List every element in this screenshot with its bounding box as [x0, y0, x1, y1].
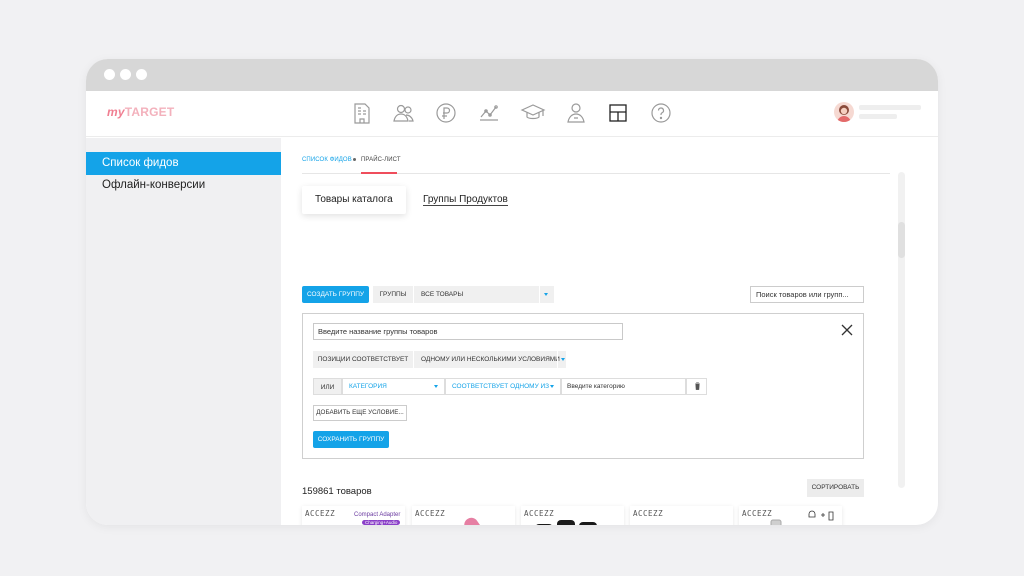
graduation-cap-icon[interactable]	[519, 99, 547, 127]
chevron-down-icon[interactable]	[561, 358, 565, 361]
user-avatar[interactable]	[834, 102, 854, 122]
window-dot	[120, 69, 131, 80]
positions-match-value: ОДНОМУ ИЛИ НЕСКОЛЬКИМИ УСЛОВИЯМИ	[421, 356, 560, 363]
search-input[interactable]: Поиск товаров или групп...	[750, 286, 864, 303]
trash-icon	[695, 382, 700, 390]
condition-field-select[interactable]: КАТЕГОРИЯ	[342, 378, 445, 395]
app-header: myTARGET	[86, 91, 938, 137]
people-icon[interactable]	[390, 99, 418, 127]
card-brand: ACCEZZ	[742, 509, 773, 518]
create-group-button[interactable]: СОЗДАТЬ ГРУППУ	[302, 286, 369, 303]
sidebar-item-offline-conversions[interactable]: Офлайн-конверсии	[86, 174, 281, 197]
condition-field-value: КАТЕГОРИЯ	[349, 383, 387, 390]
groups-select[interactable]: ВСЕ ТОВАРЫ	[413, 286, 554, 303]
condition-operator-select[interactable]: СООТВЕТСТВУЕТ ОДНОМУ ИЗ	[445, 378, 561, 395]
breadcrumb-feed-list[interactable]: СПИСОК ФИДОВ	[302, 157, 352, 163]
user-name-placeholder	[859, 105, 921, 110]
card-brand: ACCEZZ	[415, 509, 446, 518]
content-scrollbar[interactable]	[898, 172, 905, 488]
product-card[interactable]: ACCEZZ	[412, 506, 515, 525]
tab-product-groups[interactable]: Группы Продуктов	[410, 186, 521, 214]
person-icon[interactable]	[562, 99, 590, 127]
card-caption: Compact Adapter	[354, 512, 401, 518]
close-icon[interactable]	[841, 324, 853, 336]
select-divider	[557, 351, 558, 368]
product-card[interactable]: ACCEZZ Compact Adapter Charging+Audio	[302, 506, 405, 525]
browser-window: myTARGET Список фидов Офлайн-конверсии С…	[86, 59, 938, 525]
add-condition-button[interactable]: ДОБАВИТЬ ЕЩЕ УСЛОВИЕ...	[313, 405, 407, 421]
product-card[interactable]: ACCEZZ	[521, 506, 624, 525]
main-content: СПИСОК ФИДОВ ПРАЙС-ЛИСТ Товары каталога …	[282, 138, 900, 525]
card-badge: Charging+Audio	[362, 520, 401, 525]
window-dot	[136, 69, 147, 80]
tab-product-groups-label: Группы Продуктов	[423, 194, 508, 206]
sort-button[interactable]: СОРТИРОВАТЬ	[807, 479, 864, 497]
card-brand: ACCEZZ	[633, 509, 664, 518]
positions-match-select[interactable]: ОДНОМУ ИЛИ НЕСКОЛЬКИМИ УСЛОВИЯМИ	[413, 351, 566, 368]
chevron-down-icon[interactable]	[434, 385, 438, 388]
card-brand: ACCEZZ	[305, 509, 336, 518]
groups-select-value: ВСЕ ТОВАРЫ	[421, 291, 464, 298]
scrollbar-thumb[interactable]	[898, 222, 905, 258]
tab-catalog-products[interactable]: Товары каталога	[302, 186, 406, 214]
layout-icon[interactable]	[604, 99, 632, 127]
breadcrumb-separator	[353, 158, 356, 161]
logo-target: TARGET	[124, 105, 175, 119]
chart-line-icon[interactable]	[475, 99, 503, 127]
help-icon[interactable]	[647, 99, 675, 127]
delete-condition-button[interactable]	[686, 378, 707, 395]
select-divider	[539, 286, 540, 303]
product-card[interactable]: ACCEZZ	[739, 506, 842, 525]
product-card[interactable]: ACCEZZ	[630, 506, 733, 525]
logo-my: my	[107, 105, 125, 119]
window-dot	[104, 69, 115, 80]
condition-value-input[interactable]: Введите категорию	[561, 378, 686, 395]
card-brand: ACCEZZ	[524, 509, 555, 518]
ruble-icon[interactable]	[432, 99, 460, 127]
condition-operator-value: СООТВЕТСТВУЕТ ОДНОМУ ИЗ	[452, 383, 550, 390]
mytarget-logo[interactable]: myTARGET	[107, 105, 174, 119]
window-titlebar	[86, 59, 938, 91]
chevron-down-icon[interactable]	[544, 293, 548, 296]
chevron-down-icon[interactable]	[550, 385, 554, 388]
building-icon[interactable]	[348, 99, 376, 127]
groups-label: ГРУППЫ	[373, 286, 413, 303]
sidebar-item-feed-list[interactable]: Список фидов	[86, 152, 281, 175]
condition-row: ИЛИ КАТЕГОРИЯ СООТВЕТСТВУЕТ ОДНОМУ ИЗ Вв…	[313, 378, 708, 395]
group-name-input[interactable]: Введите название группы товаров	[313, 323, 623, 340]
sidebar: Список фидов Офлайн-конверсии	[86, 138, 281, 525]
positions-match-label: ПОЗИЦИИ СООТВЕТСТВУЕТ	[313, 351, 413, 368]
breadcrumb-current: ПРАЙС-ЛИСТ	[361, 157, 401, 163]
breadcrumb-active-underline	[361, 172, 397, 174]
condition-or-label: ИЛИ	[313, 378, 342, 395]
user-email-placeholder	[859, 114, 897, 119]
create-group-panel: Введите название группы товаров ПОЗИЦИИ …	[302, 313, 864, 459]
products-count: 159861 товаров	[302, 486, 372, 497]
save-group-button[interactable]: СОХРАНИТЬ ГРУППУ	[313, 431, 389, 448]
